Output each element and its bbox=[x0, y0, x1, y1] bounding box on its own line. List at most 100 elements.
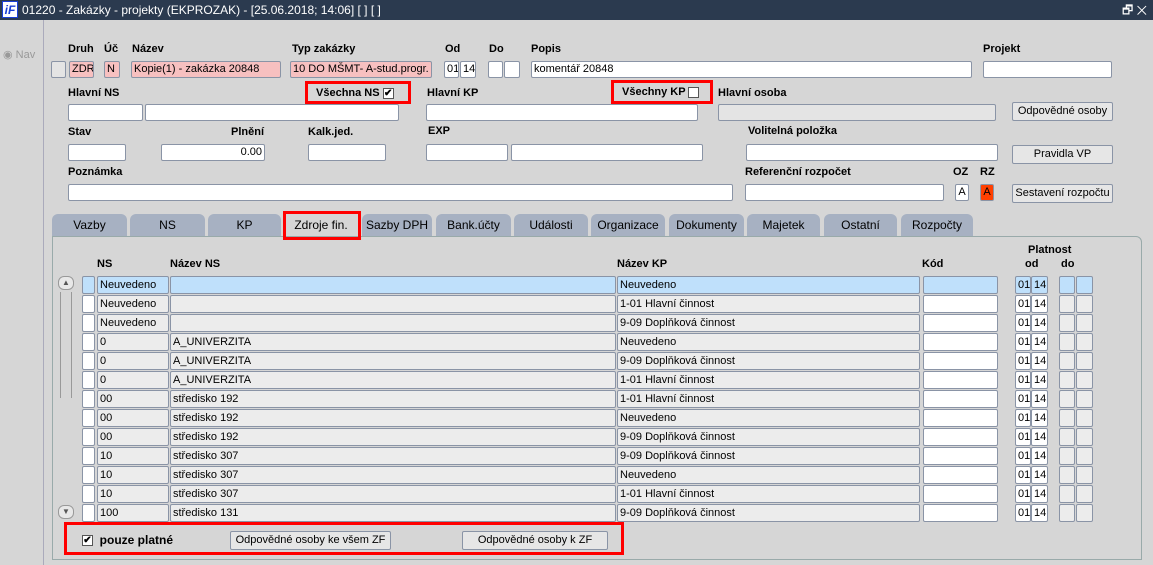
tab-10[interactable]: Ostatní bbox=[824, 214, 897, 237]
cell-do1[interactable] bbox=[1059, 295, 1075, 313]
cell-ns[interactable]: 00 bbox=[97, 409, 169, 427]
cell-do1[interactable] bbox=[1059, 447, 1075, 465]
cell-nazev_kp[interactable]: 1-01 Hlavní činnost bbox=[617, 371, 920, 389]
cell-ns[interactable]: 100 bbox=[97, 504, 169, 522]
cell-nazev_ns[interactable]: středisko 131 bbox=[170, 504, 616, 522]
popis-field[interactable]: komentář 20848 bbox=[531, 61, 972, 78]
cell-ns[interactable]: Neuvedeno bbox=[97, 314, 169, 332]
cell-nazev_kp[interactable]: Neuvedeno bbox=[617, 276, 920, 294]
cell-sel[interactable] bbox=[82, 371, 95, 389]
cell-do1[interactable] bbox=[1059, 314, 1075, 332]
cell-do2[interactable] bbox=[1076, 447, 1093, 465]
cell-ns[interactable]: 0 bbox=[97, 371, 169, 389]
cell-od2[interactable]: 14 bbox=[1031, 504, 1048, 522]
cell-od2[interactable]: 14 bbox=[1031, 447, 1048, 465]
cell-do1[interactable] bbox=[1059, 466, 1075, 484]
cell-ns[interactable]: Neuvedeno bbox=[97, 295, 169, 313]
plneni-field[interactable]: 0.00 bbox=[161, 144, 265, 161]
cell-od1[interactable]: 01 bbox=[1015, 276, 1031, 294]
tab-6[interactable]: Události bbox=[514, 214, 588, 237]
cell-kod[interactable] bbox=[923, 409, 998, 427]
cell-sel[interactable] bbox=[82, 390, 95, 408]
nazev-field[interactable]: Kopie(1) - zakázka 20848 bbox=[131, 61, 281, 78]
cell-nazev_ns[interactable]: středisko 192 bbox=[170, 390, 616, 408]
cell-kod[interactable] bbox=[923, 333, 998, 351]
tab-5[interactable]: Bank.účty bbox=[436, 214, 511, 237]
cell-od2[interactable]: 14 bbox=[1031, 333, 1048, 351]
cell-od1[interactable]: 01 bbox=[1015, 390, 1031, 408]
cell-od2[interactable]: 14 bbox=[1031, 371, 1048, 389]
cell-nazev_ns[interactable] bbox=[170, 295, 616, 313]
cell-ns[interactable]: 10 bbox=[97, 466, 169, 484]
cell-nazev_kp[interactable]: 9-09 Doplňková činnost bbox=[617, 428, 920, 446]
cell-do2[interactable] bbox=[1076, 409, 1093, 427]
cell-kod[interactable] bbox=[923, 276, 998, 294]
typ-field[interactable]: 10 DO MŠMT- A-stud.progr. bbox=[290, 61, 432, 78]
record-indicator[interactable] bbox=[51, 61, 66, 78]
cell-kod[interactable] bbox=[923, 352, 998, 370]
ref-rozpocet-field[interactable] bbox=[745, 184, 944, 201]
cell-od2[interactable]: 14 bbox=[1031, 276, 1048, 294]
cell-od2[interactable]: 14 bbox=[1031, 428, 1048, 446]
cell-nazev_ns[interactable] bbox=[170, 314, 616, 332]
cell-nazev_kp[interactable]: Neuvedeno bbox=[617, 333, 920, 351]
cell-od2[interactable]: 14 bbox=[1031, 466, 1048, 484]
cell-do2[interactable] bbox=[1076, 428, 1093, 446]
cell-do2[interactable] bbox=[1076, 352, 1093, 370]
cell-nazev_ns[interactable]: středisko 307 bbox=[170, 447, 616, 465]
cell-kod[interactable] bbox=[923, 371, 998, 389]
nav-button[interactable]: ◉ Nav bbox=[3, 48, 35, 61]
cell-od1[interactable]: 01 bbox=[1015, 409, 1031, 427]
cell-od1[interactable]: 01 bbox=[1015, 447, 1031, 465]
scrollbar-thumb[interactable] bbox=[60, 292, 72, 398]
cell-sel[interactable] bbox=[82, 314, 95, 332]
cell-kod[interactable] bbox=[923, 485, 998, 503]
tab-4[interactable]: Sazby DPH bbox=[362, 214, 432, 237]
cell-sel[interactable] bbox=[82, 485, 95, 503]
cell-nazev_ns[interactable]: středisko 307 bbox=[170, 485, 616, 503]
cell-ns[interactable]: 0 bbox=[97, 333, 169, 351]
hlavni-kp-field[interactable] bbox=[426, 104, 698, 121]
odpovedne-osoby-vsem-zf-button[interactable]: Odpovědné osoby ke všem ZF bbox=[230, 531, 391, 550]
druh-field[interactable]: ZDR bbox=[69, 61, 94, 78]
odpovedne-osoby-zf-button[interactable]: Odpovědné osoby k ZF bbox=[462, 531, 608, 550]
cell-ns[interactable]: 0 bbox=[97, 352, 169, 370]
cell-od1[interactable]: 01 bbox=[1015, 352, 1031, 370]
rz-field[interactable]: A bbox=[980, 184, 994, 201]
od-year-field[interactable]: 14 bbox=[460, 61, 476, 78]
odpovedne-osoby-button[interactable]: Odpovědné osoby bbox=[1012, 102, 1113, 121]
tab-2[interactable]: KP bbox=[208, 214, 281, 237]
cell-od1[interactable]: 01 bbox=[1015, 295, 1031, 313]
cell-kod[interactable] bbox=[923, 314, 998, 332]
poznamka-field[interactable] bbox=[68, 184, 733, 201]
cell-sel[interactable] bbox=[82, 409, 95, 427]
cell-ns[interactable]: 10 bbox=[97, 447, 169, 465]
od-month-field[interactable]: 01 bbox=[444, 61, 459, 78]
cell-nazev_kp[interactable]: 1-01 Hlavní činnost bbox=[617, 390, 920, 408]
cell-nazev_kp[interactable]: 1-01 Hlavní činnost bbox=[617, 295, 920, 313]
cell-do2[interactable] bbox=[1076, 504, 1093, 522]
cell-od2[interactable]: 14 bbox=[1031, 485, 1048, 503]
cell-nazev_kp[interactable]: 9-09 Doplňková činnost bbox=[617, 504, 920, 522]
pravidla-vp-button[interactable]: Pravidla VP bbox=[1012, 145, 1113, 164]
scroll-down-button[interactable]: ▼ bbox=[58, 505, 74, 519]
cell-ns[interactable]: 00 bbox=[97, 428, 169, 446]
sestaveni-rozpoctu-button[interactable]: Sestavení rozpočtu bbox=[1012, 184, 1113, 203]
tab-0[interactable]: Vazby bbox=[52, 214, 127, 237]
oz-field[interactable]: A bbox=[955, 184, 969, 201]
cell-sel[interactable] bbox=[82, 504, 95, 522]
cell-od1[interactable]: 01 bbox=[1015, 314, 1031, 332]
cell-kod[interactable] bbox=[923, 295, 998, 313]
cell-od1[interactable]: 01 bbox=[1015, 333, 1031, 351]
cell-ns[interactable]: 10 bbox=[97, 485, 169, 503]
cell-nazev_ns[interactable] bbox=[170, 276, 616, 294]
cell-kod[interactable] bbox=[923, 466, 998, 484]
cell-od1[interactable]: 01 bbox=[1015, 485, 1031, 503]
cell-sel[interactable] bbox=[82, 333, 95, 351]
kalk-field[interactable] bbox=[308, 144, 386, 161]
vsechna-ns-checkbox[interactable]: Všechna NS ✔ bbox=[316, 87, 394, 99]
cell-sel[interactable] bbox=[82, 447, 95, 465]
cell-do1[interactable] bbox=[1059, 485, 1075, 503]
tab-1[interactable]: NS bbox=[130, 214, 205, 237]
checkbox-unchecked-icon[interactable] bbox=[688, 86, 700, 98]
